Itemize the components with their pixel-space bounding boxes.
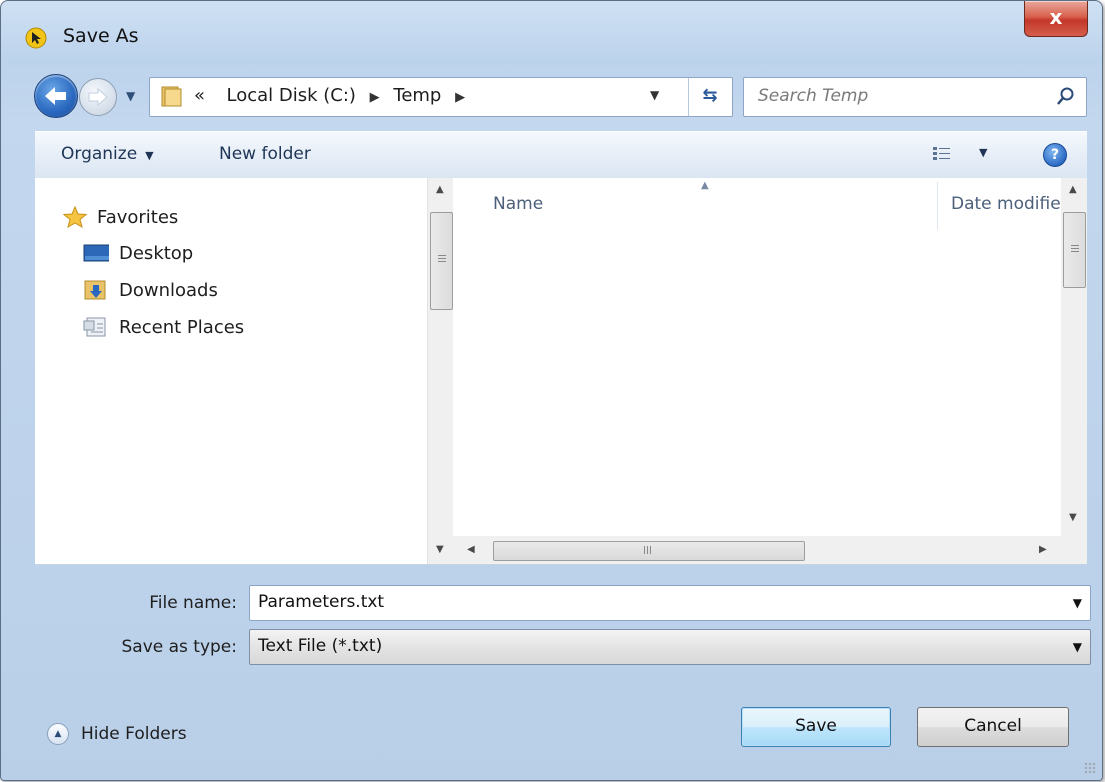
sidebar-item-label: Downloads	[119, 279, 218, 301]
sidebar-item-label: Favorites	[97, 206, 179, 228]
scroll-left-arrow-icon[interactable]: ◀	[467, 544, 475, 555]
back-button[interactable]	[34, 74, 78, 118]
app-cursor-icon	[25, 27, 47, 49]
sidebar-item-desktop[interactable]: Desktop	[81, 238, 193, 268]
search-placeholder: Search Temp	[758, 86, 869, 106]
breadcrumb: « Local Disk (C:) ▶ Temp ▶	[194, 85, 473, 106]
sidebar-item-label: Recent Places	[119, 316, 245, 338]
command-bar: Organize ▼ New folder ▼ ?	[35, 131, 1087, 179]
content-area: Favorites Desktop Downloads Recent Place…	[35, 178, 1087, 565]
navigation-pane: Favorites Desktop Downloads Recent Place…	[35, 178, 427, 564]
scroll-down-arrow-icon[interactable]: ▼	[436, 544, 444, 555]
file-list-horizontal-scrollbar[interactable]: ◀ ▶	[453, 536, 1061, 564]
search-input[interactable]: Search Temp	[743, 77, 1087, 117]
organize-button[interactable]: Organize ▼	[61, 144, 154, 164]
view-options-icon[interactable]	[933, 146, 951, 162]
organize-label: Organize	[61, 144, 138, 164]
column-divider[interactable]	[937, 182, 938, 230]
window-title: Save As	[63, 25, 139, 47]
save-type-label: Save as type:	[121, 637, 237, 657]
breadcrumb-separator-icon[interactable]: ▶	[455, 90, 465, 105]
scroll-up-arrow-icon[interactable]: ▲	[1069, 184, 1077, 195]
save-type-value: Text File (*.txt)	[258, 636, 383, 656]
chevron-up-icon: ▲	[47, 723, 69, 745]
save-button[interactable]: Save	[741, 707, 891, 747]
save-type-chevron-down-icon[interactable]: ▼	[1073, 640, 1082, 654]
scroll-up-arrow-icon[interactable]: ▲	[436, 184, 444, 195]
forward-arrow-icon	[88, 87, 108, 107]
column-header-name[interactable]: Name	[493, 194, 543, 214]
chevron-down-icon: ▼	[145, 149, 154, 162]
forward-button[interactable]	[79, 78, 117, 116]
sidebar-item-favorites[interactable]: Favorites	[63, 202, 178, 232]
scrollbar-thumb[interactable]	[430, 212, 453, 310]
recent-places-icon	[83, 317, 106, 337]
column-header-date-modified[interactable]: Date modifie	[951, 194, 1061, 214]
breadcrumb-overflow[interactable]: «	[194, 85, 205, 106]
file-name-field[interactable]: Parameters.txt ▼	[249, 585, 1091, 621]
resize-grip-icon[interactable]	[1084, 762, 1096, 774]
save-as-dialog: Save As x ▼ « Local Disk (C:) ▶ Temp ▶ ▼…	[0, 0, 1103, 781]
cancel-button[interactable]: Cancel	[917, 707, 1069, 747]
breadcrumb-temp[interactable]: Temp	[393, 85, 441, 106]
file-name-value[interactable]: Parameters.txt	[258, 592, 384, 612]
scrollbar-corner	[1061, 536, 1087, 564]
navigation-scrollbar[interactable]: ▲ ▼	[427, 178, 454, 564]
scroll-right-arrow-icon[interactable]: ▶	[1039, 544, 1047, 555]
scrollbar-thumb[interactable]	[1063, 212, 1086, 288]
address-bar[interactable]: « Local Disk (C:) ▶ Temp ▶ ▼ ⇆	[149, 77, 733, 117]
downloads-folder-icon	[84, 280, 106, 300]
sidebar-item-label: Desktop	[119, 242, 194, 264]
scroll-down-arrow-icon[interactable]: ▼	[1069, 512, 1077, 523]
star-icon	[63, 206, 87, 228]
address-chevron-down-icon[interactable]: ▼	[650, 88, 659, 102]
search-icon[interactable]	[1056, 86, 1076, 106]
save-type-select[interactable]: Text File (*.txt) ▼	[249, 629, 1091, 665]
file-name-label: File name:	[149, 593, 237, 613]
view-chevron-down-icon[interactable]: ▼	[979, 146, 987, 159]
breadcrumb-separator-icon[interactable]: ▶	[370, 90, 380, 105]
sidebar-item-recent-places[interactable]: Recent Places	[81, 312, 244, 342]
folder-icon	[161, 86, 182, 107]
new-folder-button[interactable]: New folder	[219, 144, 311, 164]
help-button[interactable]: ?	[1043, 143, 1067, 167]
sort-ascending-icon: ▲	[701, 180, 709, 191]
hide-folders-label: Hide Folders	[81, 724, 187, 744]
hide-folders-button[interactable]: ▲ Hide Folders	[47, 723, 187, 745]
close-button[interactable]: x	[1024, 1, 1088, 37]
file-list-scrollbar[interactable]: ▲ ▼	[1061, 178, 1087, 564]
scrollbar-thumb[interactable]	[493, 541, 805, 561]
sidebar-item-downloads[interactable]: Downloads	[81, 275, 218, 305]
breadcrumb-local-disk[interactable]: Local Disk (C:)	[226, 85, 355, 106]
recent-pages-chevron-down-icon[interactable]: ▼	[126, 89, 135, 103]
desktop-icon	[83, 244, 109, 262]
file-name-chevron-down-icon[interactable]: ▼	[1073, 596, 1082, 610]
back-arrow-icon	[45, 87, 66, 105]
refresh-icon[interactable]: ⇆	[688, 78, 731, 116]
file-list[interactable]: ▲ Name Date modifie	[453, 178, 1061, 564]
